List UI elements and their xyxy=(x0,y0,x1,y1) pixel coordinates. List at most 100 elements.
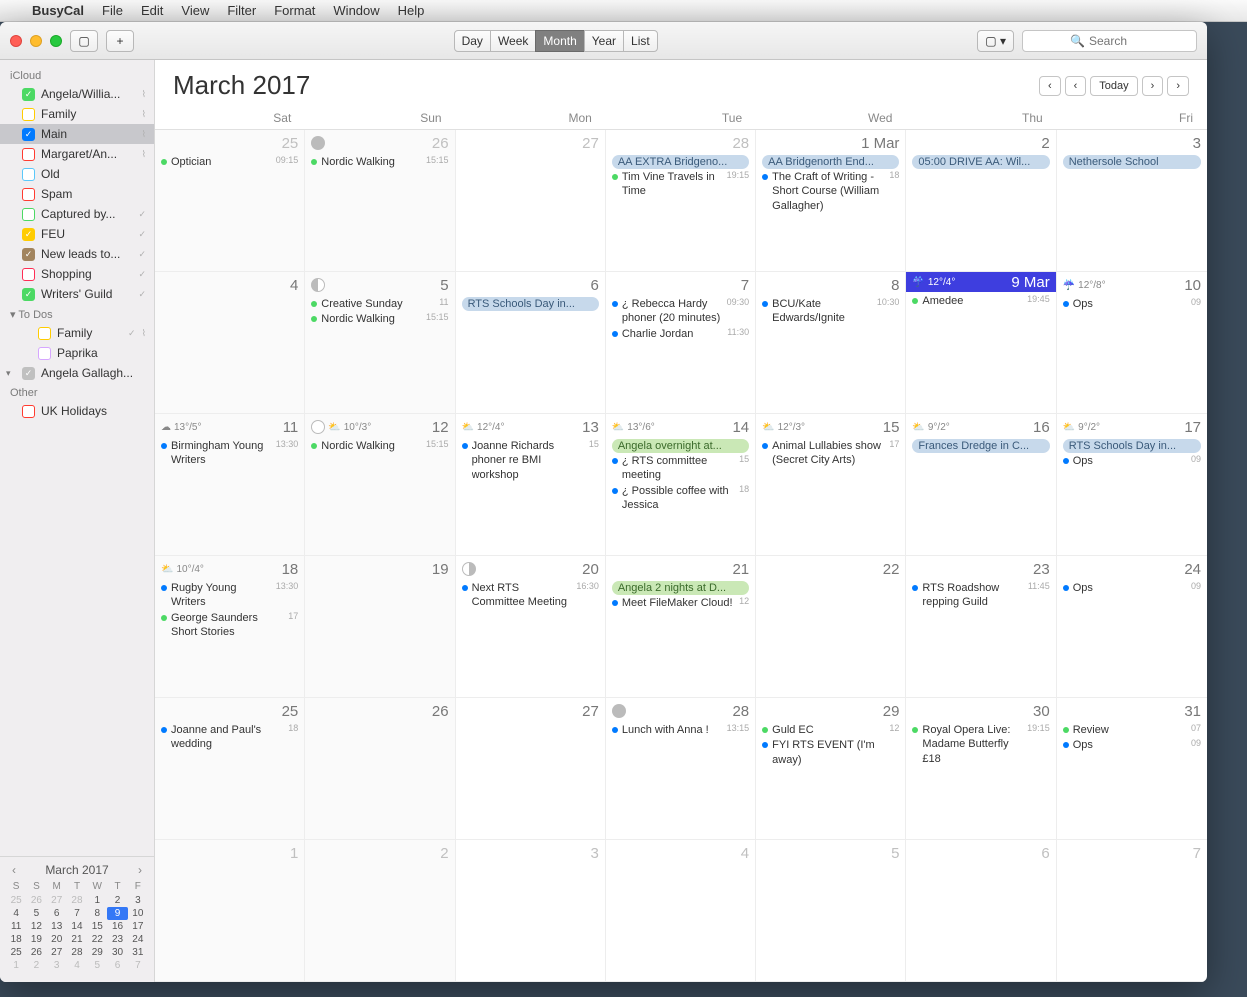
day-cell[interactable]: ☁13°/5°11Birmingham Young Writers13:30 xyxy=(155,414,305,555)
timed-event[interactable]: Joanne and Paul's wedding18 xyxy=(161,723,298,752)
day-cell[interactable]: 5 xyxy=(756,840,906,981)
day-cell[interactable]: 4 xyxy=(155,272,305,413)
calendar-list-item[interactable]: Paprika xyxy=(0,343,154,363)
calendar-checkbox[interactable] xyxy=(22,208,35,221)
calendar-list-item[interactable]: Margaret/An...⌇ xyxy=(0,144,154,164)
mini-cal-day[interactable]: 22 xyxy=(87,933,107,946)
calendar-list-item[interactable]: Family✓⌇ xyxy=(0,323,154,343)
app-menu[interactable]: BusyCal xyxy=(32,3,84,18)
calendar-list-item[interactable]: UK Holidays xyxy=(0,401,154,421)
mini-cal-day[interactable]: 1 xyxy=(6,959,26,972)
calendar-checkbox[interactable] xyxy=(38,347,51,360)
timed-event[interactable]: George Saunders Short Stories17 xyxy=(161,611,298,640)
day-cell[interactable]: 30Royal Opera Live: Madame Butterfly £18… xyxy=(906,698,1056,839)
mini-cal-day[interactable]: 21 xyxy=(67,933,87,946)
calendar-checkbox[interactable]: ✓ xyxy=(22,288,35,301)
calendar-checkbox[interactable]: ✓ xyxy=(22,367,35,380)
mini-cal-day[interactable]: 2 xyxy=(26,959,46,972)
day-cell[interactable]: 26 xyxy=(305,698,455,839)
day-cell[interactable]: ⛅9°/2°17RTS Schools Day in...Ops09 xyxy=(1057,414,1207,555)
day-cell[interactable]: 22 xyxy=(756,556,906,697)
day-cell[interactable]: 3Nethersole School xyxy=(1057,130,1207,271)
timed-event[interactable]: Charlie Jordan11:30 xyxy=(612,327,749,341)
day-cell[interactable]: 28Lunch with Anna !13:15 xyxy=(606,698,756,839)
search-input[interactable] xyxy=(1089,34,1149,48)
minimize-button[interactable] xyxy=(30,35,42,47)
day-cell[interactable]: 23RTS Roadshow repping Guild11:45 xyxy=(906,556,1056,697)
day-cell[interactable]: 6RTS Schools Day in... xyxy=(456,272,606,413)
day-cell[interactable]: 29Guld EC12FYI RTS EVENT (I'm away) xyxy=(756,698,906,839)
mini-cal-day[interactable]: 27 xyxy=(47,946,67,959)
mini-cal-day[interactable]: 7 xyxy=(67,907,87,920)
all-day-event[interactable]: AA Bridgenorth End... xyxy=(762,155,899,169)
day-cell[interactable]: 27 xyxy=(456,130,606,271)
timed-event[interactable]: Review07 xyxy=(1063,723,1201,737)
mini-cal-day[interactable]: 24 xyxy=(128,933,148,946)
menu-item[interactable]: Format xyxy=(274,3,315,18)
zoom-button[interactable] xyxy=(50,35,62,47)
day-cell[interactable]: ⛅9°/2°16Frances Dredge in C... xyxy=(906,414,1056,555)
mini-cal-day[interactable]: 25 xyxy=(6,946,26,959)
timed-event[interactable]: Meet FileMaker Cloud!12 xyxy=(612,596,749,610)
sidebar-toggle-button[interactable]: ▢ xyxy=(70,30,98,52)
calendar-list-item[interactable]: Spam xyxy=(0,184,154,204)
timed-event[interactable]: Nordic Walking15:15 xyxy=(311,439,448,453)
calendar-checkbox[interactable]: ✓ xyxy=(22,248,35,261)
search-field[interactable]: 🔍 xyxy=(1022,30,1197,52)
timed-event[interactable]: Optician09:15 xyxy=(161,155,298,169)
all-day-event[interactable]: Angela 2 nights at D... xyxy=(612,581,749,595)
timed-event[interactable]: Guld EC12 xyxy=(762,723,899,737)
calendar-checkbox[interactable] xyxy=(22,168,35,181)
day-cell[interactable]: 2 xyxy=(305,840,455,981)
day-cell[interactable]: ⛅12°/3°15Animal Lullabies show (Secret C… xyxy=(756,414,906,555)
calendar-checkbox[interactable] xyxy=(38,327,51,340)
timed-event[interactable]: Lunch with Anna !13:15 xyxy=(612,723,749,737)
view-month-button[interactable]: Month xyxy=(535,30,584,52)
all-day-event[interactable]: RTS Schools Day in... xyxy=(1063,439,1201,453)
calendar-list-item[interactable]: Family⌇ xyxy=(0,104,154,124)
calendar-list-item[interactable]: ✓Angela/Willia...⌇ xyxy=(0,84,154,104)
menu-item[interactable]: Edit xyxy=(141,3,163,18)
today-button[interactable]: Today xyxy=(1090,76,1137,96)
day-cell[interactable]: 1 MarAA Bridgenorth End...The Craft of W… xyxy=(756,130,906,271)
timed-event[interactable]: Nordic Walking15:15 xyxy=(311,155,448,169)
mini-cal-day[interactable]: 19 xyxy=(26,933,46,946)
calendar-checkbox[interactable]: ✓ xyxy=(22,228,35,241)
day-cell[interactable]: ☔12°/4°9 MarAmedee19:45 xyxy=(906,272,1056,413)
mini-cal-day[interactable]: 6 xyxy=(47,907,67,920)
all-day-event[interactable]: RTS Schools Day in... xyxy=(462,297,599,311)
timed-event[interactable]: Ops09 xyxy=(1063,581,1201,595)
next-button-alt[interactable]: › xyxy=(1142,76,1164,96)
mini-cal-day[interactable]: 7 xyxy=(128,959,148,972)
day-cell[interactable]: 8BCU/Kate Edwards/Ignite10:30 xyxy=(756,272,906,413)
mini-cal-day[interactable]: 6 xyxy=(107,959,127,972)
day-cell[interactable]: 20Next RTS Committee Meeting16:30 xyxy=(456,556,606,697)
calendar-checkbox[interactable] xyxy=(22,108,35,121)
mini-cal-day[interactable]: 26 xyxy=(26,946,46,959)
day-cell[interactable]: 5Creative Sunday11Nordic Walking15:15 xyxy=(305,272,455,413)
day-cell[interactable]: 26Nordic Walking15:15 xyxy=(305,130,455,271)
mini-cal-day[interactable]: 4 xyxy=(67,959,87,972)
mini-cal-day[interactable]: 3 xyxy=(128,894,148,907)
mini-cal-day[interactable]: 28 xyxy=(67,946,87,959)
timed-event[interactable]: Next RTS Committee Meeting16:30 xyxy=(462,581,599,610)
day-cell[interactable]: 24Ops09 xyxy=(1057,556,1207,697)
calendar-checkbox[interactable] xyxy=(22,268,35,281)
mini-cal-day[interactable]: 1 xyxy=(87,894,107,907)
all-day-event[interactable]: Angela overnight at... xyxy=(612,439,749,453)
calendar-list-item[interactable]: Shopping✓ xyxy=(0,264,154,284)
timed-event[interactable]: Ops09 xyxy=(1063,454,1201,468)
all-day-event[interactable]: AA EXTRA Bridgeno... xyxy=(612,155,749,169)
prev-button-alt[interactable]: ‹ xyxy=(1065,76,1087,96)
add-button[interactable]: + xyxy=(106,30,134,52)
menu-item[interactable]: File xyxy=(102,3,123,18)
mini-cal-day[interactable]: 15 xyxy=(87,920,107,933)
timed-event[interactable]: Creative Sunday11 xyxy=(311,297,448,311)
mini-cal-day[interactable]: 2 xyxy=(107,894,127,907)
timed-event[interactable]: ¿ Possible coffee with Jessica18 xyxy=(612,484,749,513)
view-year-button[interactable]: Year xyxy=(584,30,624,52)
timed-event[interactable]: Royal Opera Live: Madame Butterfly £1819… xyxy=(912,723,1049,766)
day-cell[interactable]: 4 xyxy=(606,840,756,981)
mini-cal-day[interactable]: 3 xyxy=(47,959,67,972)
mini-cal-day[interactable]: 14 xyxy=(67,920,87,933)
